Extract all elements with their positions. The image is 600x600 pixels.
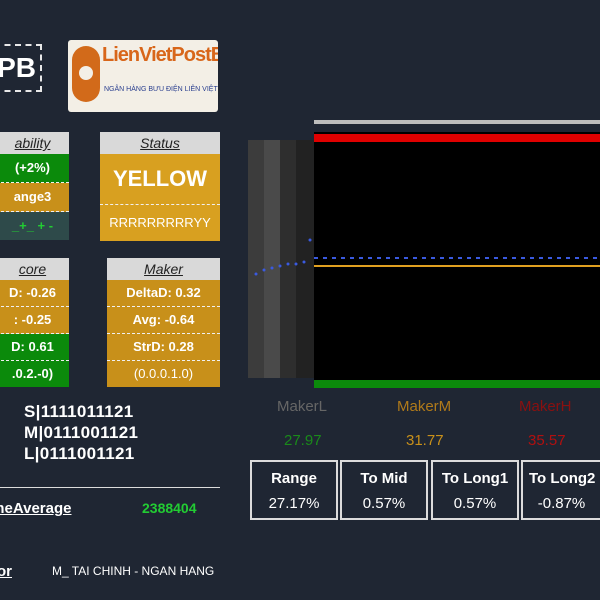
maker-avg: Avg: -0.64: [107, 307, 220, 334]
sector-value: M_ TAI CHINH - NGAN HANG: [52, 564, 215, 578]
stat-to-mid-label: To Mid: [360, 470, 408, 487]
score-avg: : -0.25: [0, 307, 69, 334]
volume-average-label: umeAverage: [0, 500, 72, 517]
stat-to-long2: To Long2 -0.87%: [521, 460, 600, 520]
volume-average-value: 2388404: [142, 500, 197, 516]
volume-bar-3: [280, 140, 296, 378]
volume-bar-4: [296, 140, 314, 378]
maker-band-chart: [248, 120, 600, 388]
stat-to-long2-value: -0.87%: [537, 495, 586, 512]
maker-low-label: MakerL: [277, 398, 328, 415]
signal-short: S|1111011121: [24, 402, 134, 421]
score-delta: D: -0.26: [0, 280, 69, 307]
ticker-badge: PB: [0, 44, 42, 92]
stat-range-value: 27.17%: [268, 495, 320, 512]
stat-to-mid: To Mid 0.57%: [340, 460, 428, 520]
score-vector: .0.2.-0): [0, 361, 69, 387]
maker-low-band: [314, 380, 600, 388]
stability-change: (+2%): [0, 154, 69, 183]
stat-range: Range 27.17%: [250, 460, 338, 520]
maker-mid-value: 31.77: [406, 432, 444, 449]
volume-bar-1: [248, 140, 264, 378]
status-value: YELLOW: [100, 154, 220, 205]
bank-logo: LienVietPostBank NGÂN HÀNG BƯU ĐIỆN LIÊN…: [68, 40, 218, 112]
status-code: RRRRRRRRRYY: [100, 205, 220, 241]
stat-to-mid-value: 0.57%: [362, 495, 406, 512]
stat-to-long1: To Long1 0.57%: [431, 460, 519, 520]
score-title: core: [0, 258, 69, 280]
score-std: D: 0.61: [0, 334, 69, 361]
maker-mid-label: MakerM: [397, 398, 452, 415]
signal-long: L|0111001121: [24, 444, 135, 463]
stat-range-label: Range: [271, 470, 317, 487]
bank-logo-tagline: NGÂN HÀNG BƯU ĐIỆN LIÊN VIỆT: [104, 86, 218, 93]
signal-mid: M|0111001121: [24, 423, 139, 442]
status-panel: Status YELLOW RRRRRRRRRYY: [100, 132, 220, 241]
bank-logo-name: LienVietPostBank: [102, 44, 218, 66]
maker-panel: Maker DeltaD: 0.32 Avg: -0.64 StrD: 0.28…: [107, 258, 220, 387]
maker-high-band: [314, 134, 600, 142]
maker-low-value: 27.97: [284, 432, 322, 449]
status-title: Status: [100, 132, 220, 154]
stability-range: ange3: [0, 183, 69, 212]
stability-panel: ability (+2%) ange3 _+_ + -: [0, 132, 69, 240]
chart-plot-area: [314, 132, 600, 380]
stat-to-long1-value: 0.57%: [453, 495, 497, 512]
maker-vector: (0.0.0.1.0): [107, 361, 220, 387]
divider: [0, 487, 220, 488]
bank-emblem-icon: [72, 46, 100, 102]
maker-high-value: 35.57: [528, 432, 566, 449]
sector-label: tor: [0, 563, 12, 580]
stability-trend: _+_ + -: [0, 212, 69, 240]
maker-high-label: MakerH: [519, 398, 572, 415]
maker-std: StrD: 0.28: [107, 334, 220, 361]
maker-delta: DeltaD: 0.32: [107, 280, 220, 307]
stability-title: ability: [0, 132, 69, 154]
volume-bar-2: [264, 140, 280, 378]
stat-to-long1-label: To Long1: [441, 470, 509, 487]
chart-top-rule: [314, 120, 600, 124]
score-panel: core D: -0.26 : -0.25 D: 0.61 .0.2.-0): [0, 258, 69, 387]
maker-title: Maker: [107, 258, 220, 280]
stat-to-long2-label: To Long2: [529, 470, 596, 487]
